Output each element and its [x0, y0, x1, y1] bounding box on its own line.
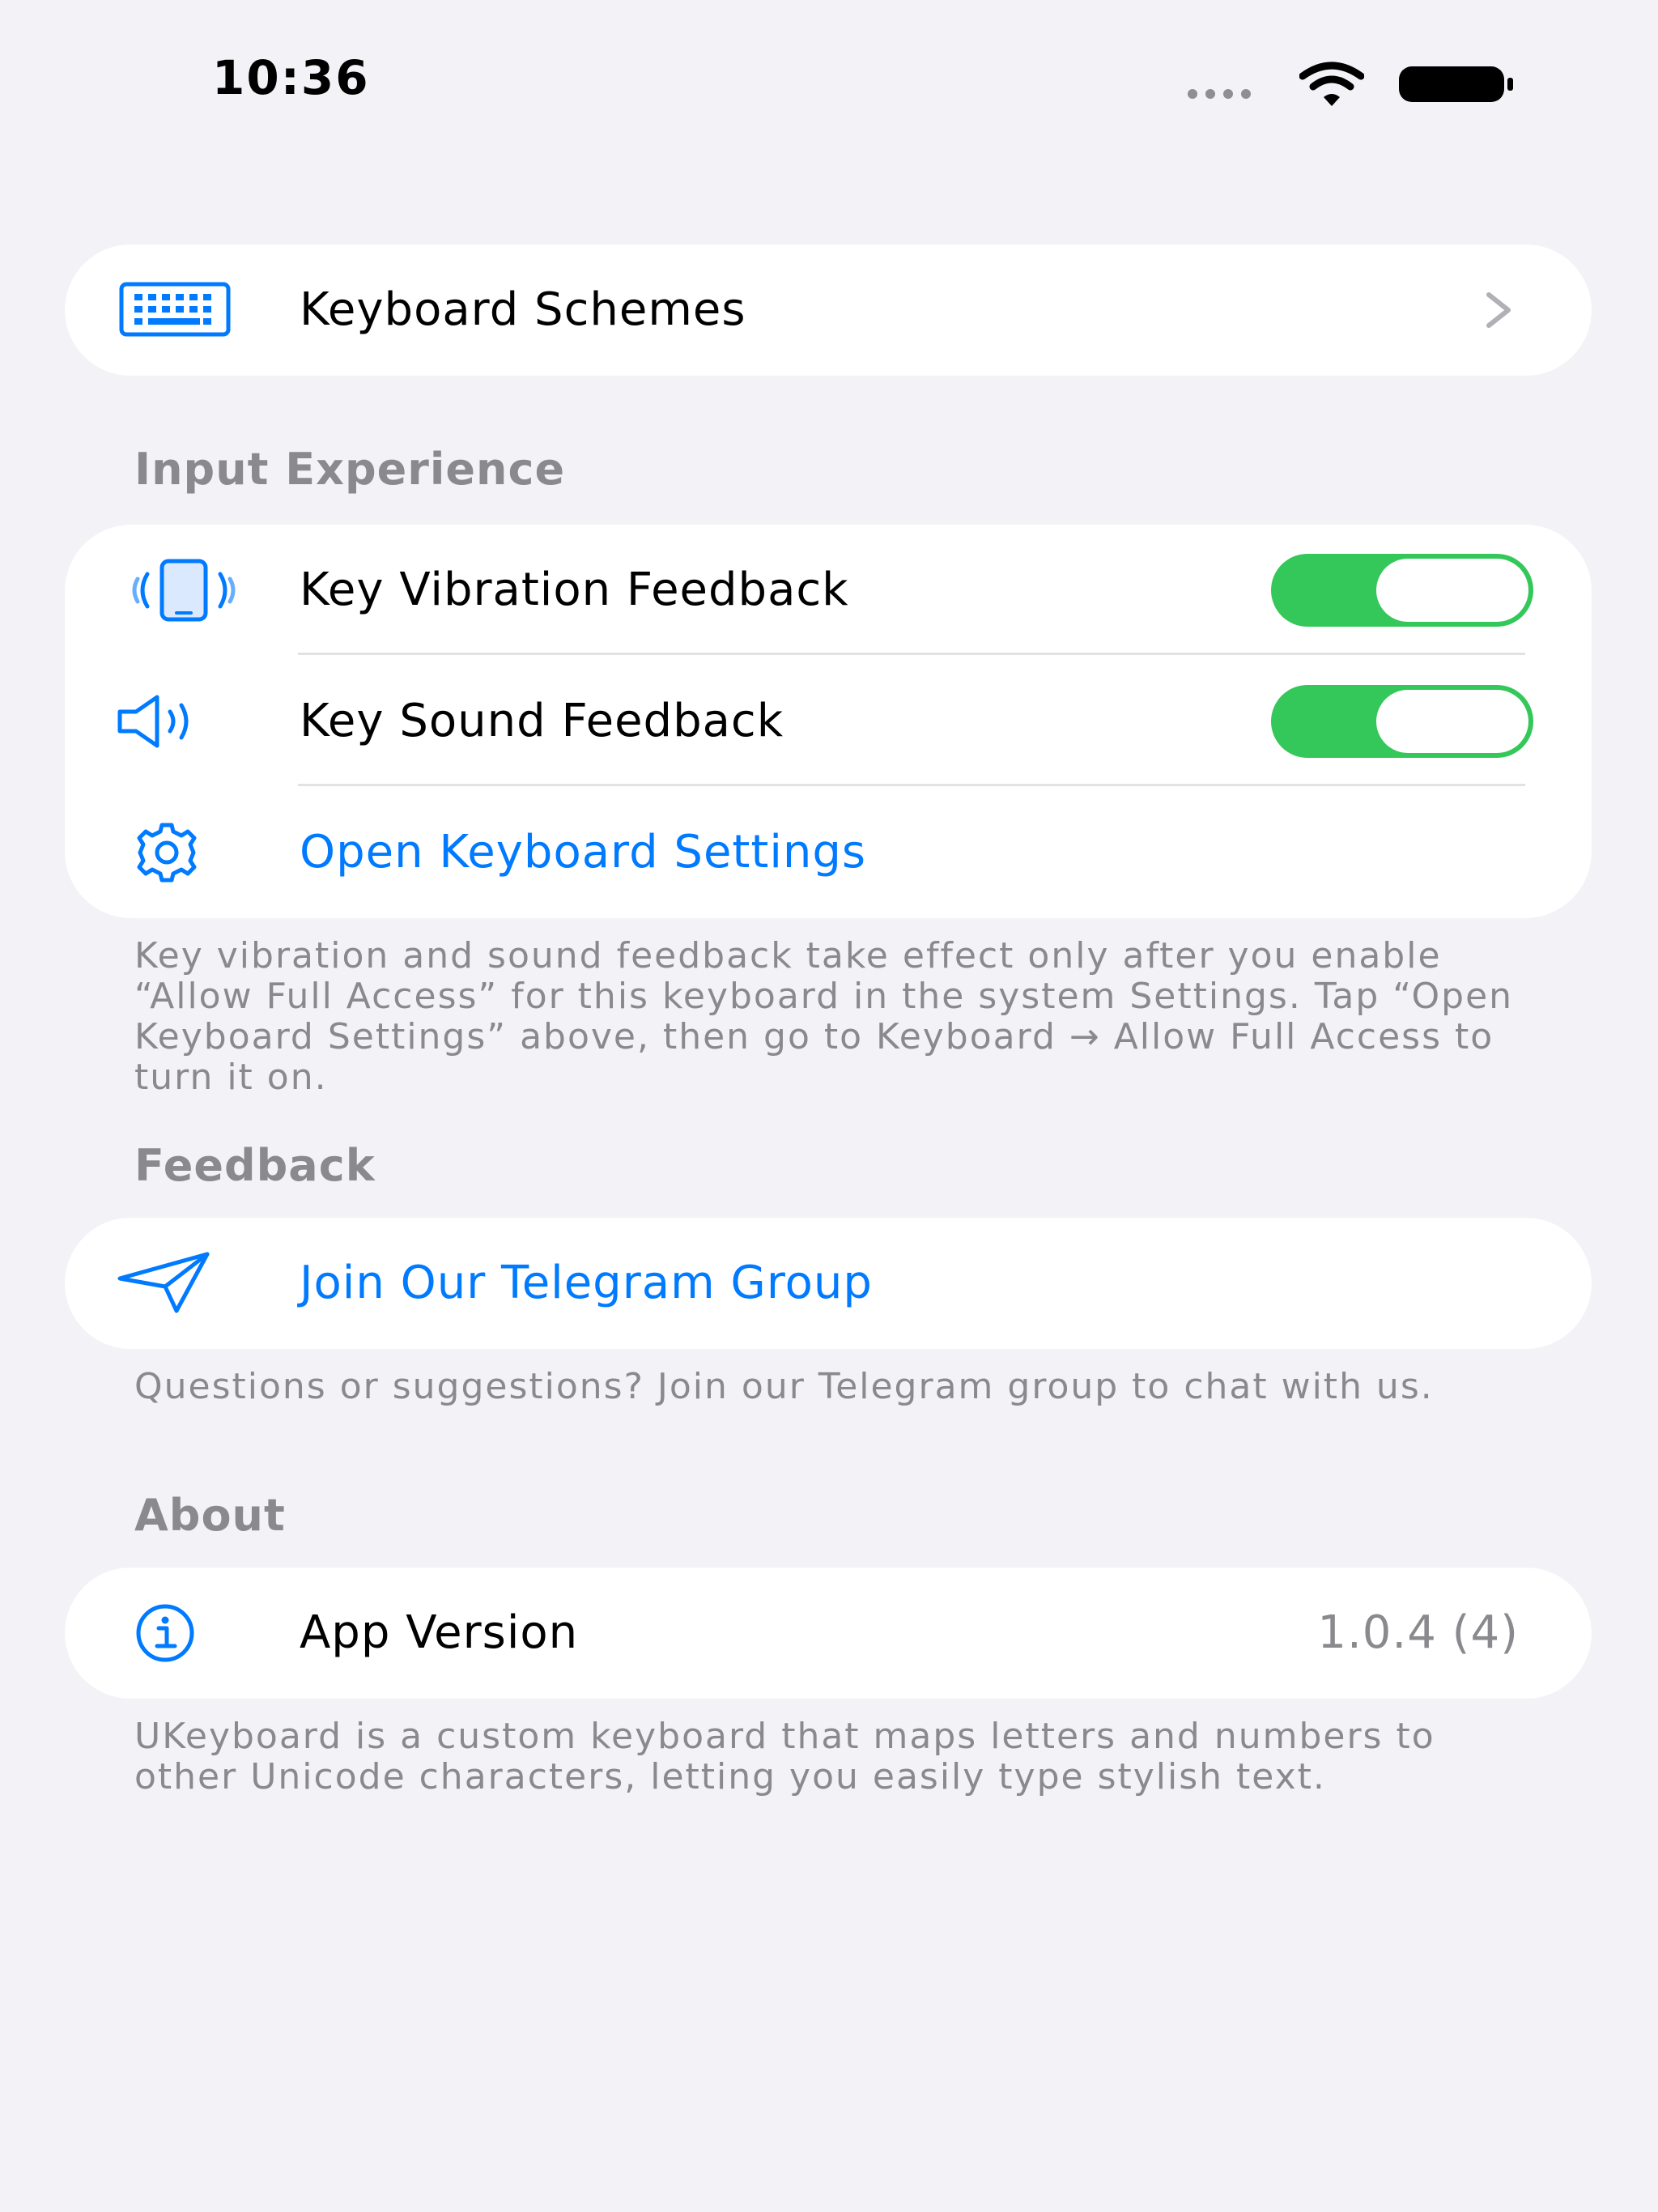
vibration-feedback-row: Key Vibration Feedback [65, 525, 1592, 656]
input-experience-header: Input Experience [134, 444, 566, 495]
toggle-knob [1376, 690, 1528, 753]
feedback-card: Join Our Telegram Group [65, 1218, 1592, 1349]
vibration-feedback-label: Key Vibration Feedback [300, 564, 849, 616]
about-footer: UKeyboard is a custom keyboard that maps… [134, 1716, 1435, 1797]
feedback-header: Feedback [134, 1140, 376, 1191]
row-separator [298, 653, 1525, 655]
sound-feedback-toggle[interactable] [1271, 685, 1533, 758]
app-version-row: App Version 1.0.4 (4) [65, 1568, 1592, 1699]
status-indicators [1182, 57, 1522, 113]
sound-feedback-row: Key Sound Feedback [65, 656, 1592, 787]
telegram-group-label: Join Our Telegram Group [300, 1257, 873, 1309]
paper-plane-icon [117, 1252, 210, 1313]
keyboard-schemes-row[interactable]: Keyboard Schemes [65, 245, 1592, 376]
phone-vibration-icon [132, 559, 236, 622]
info-icon [136, 1604, 194, 1662]
wifi-icon [1299, 62, 1364, 106]
battery-icon [1399, 66, 1513, 102]
chevron-right-icon [1486, 292, 1511, 328]
keyboard-icon [119, 282, 231, 337]
input-experience-footer: Key vibration and sound feedback take ef… [134, 935, 1514, 1098]
status-time: 10:36 [212, 50, 370, 105]
sound-feedback-label: Key Sound Feedback [300, 695, 784, 747]
telegram-group-row[interactable]: Join Our Telegram Group [65, 1218, 1592, 1349]
gear-icon [137, 823, 197, 883]
input-experience-card: Key Vibration Feedback Key Sound Feedbac… [65, 525, 1592, 918]
app-version-value: 1.0.4 (4) [1317, 1606, 1519, 1659]
row-separator [298, 784, 1525, 786]
status-bar: 10:36 [0, 0, 1658, 162]
app-version-label: App Version [300, 1606, 579, 1659]
keyboard-schemes-label: Keyboard Schemes [300, 283, 746, 336]
vibration-feedback-toggle[interactable] [1271, 554, 1533, 627]
speaker-wave-icon [117, 695, 189, 748]
toggle-knob [1376, 559, 1528, 622]
feedback-footer: Questions or suggestions? Join our Teleg… [134, 1366, 1434, 1407]
keyboard-schemes-card: Keyboard Schemes [65, 245, 1592, 376]
open-keyboard-settings-label: Open Keyboard Settings [300, 826, 867, 878]
about-card: App Version 1.0.4 (4) [65, 1568, 1592, 1699]
open-keyboard-settings-row[interactable]: Open Keyboard Settings [65, 787, 1592, 918]
about-header: About [134, 1490, 286, 1541]
